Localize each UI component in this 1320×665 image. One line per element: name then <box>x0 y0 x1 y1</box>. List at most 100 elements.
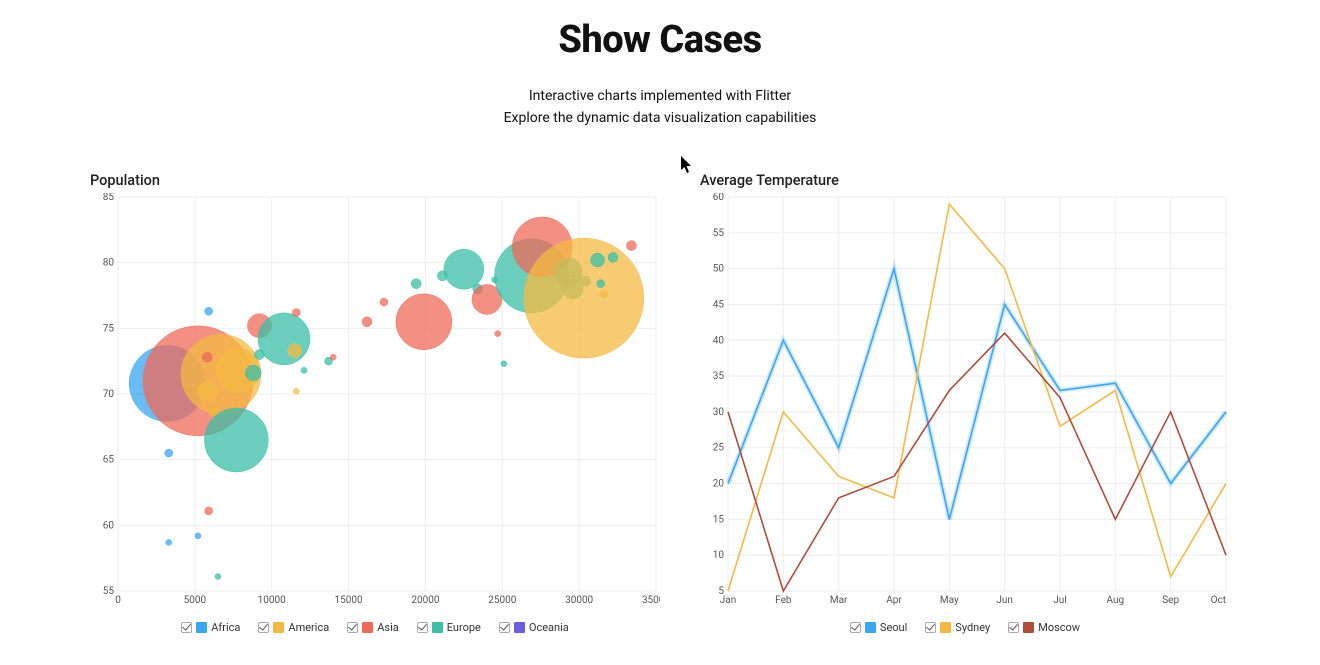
line-series-sydney[interactable] <box>728 204 1226 591</box>
legend-item-europe[interactable]: Europe <box>417 621 481 634</box>
legend-label: Africa <box>211 621 240 634</box>
bubble-point[interactable] <box>501 361 507 367</box>
bubble-point[interactable] <box>288 344 302 358</box>
svg-text:35000: 35000 <box>642 595 660 606</box>
checkbox-icon[interactable] <box>181 622 192 633</box>
line-legend: Seoul Sydney Moscow <box>700 621 1230 634</box>
legend-item-seoul[interactable]: Seoul <box>850 621 907 634</box>
line-series-seoul[interactable] <box>728 269 1226 520</box>
svg-text:40: 40 <box>713 335 725 346</box>
bubble-point[interactable] <box>608 252 618 262</box>
bubble-point[interactable] <box>245 365 261 381</box>
bubble-point[interactable] <box>292 309 300 317</box>
bubble-point[interactable] <box>293 388 299 394</box>
svg-text:35: 35 <box>713 371 725 382</box>
svg-text:30: 30 <box>713 407 725 418</box>
svg-text:5000: 5000 <box>184 595 207 606</box>
page-title: Show Cases <box>0 18 1320 62</box>
legend-swatch <box>940 622 951 633</box>
page-subtitle-1: Interactive charts implemented with Flit… <box>0 88 1320 104</box>
checkbox-icon[interactable] <box>347 622 358 633</box>
svg-text:15: 15 <box>713 514 725 525</box>
bubble-chart-title: Population <box>90 172 660 189</box>
checkbox-icon[interactable] <box>258 622 269 633</box>
line-chart-title: Average Temperature <box>700 172 1230 189</box>
legend-swatch <box>273 622 284 633</box>
svg-text:55: 55 <box>713 228 725 239</box>
svg-text:Jun: Jun <box>996 595 1013 606</box>
bubble-point[interactable] <box>197 381 217 401</box>
legend-swatch <box>432 622 443 633</box>
bubble-point[interactable] <box>205 507 213 515</box>
svg-text:10: 10 <box>713 550 725 561</box>
legend-label: Sydney <box>955 621 990 634</box>
checkbox-icon[interactable] <box>417 622 428 633</box>
bubble-point[interactable] <box>444 249 484 289</box>
svg-text:60: 60 <box>103 520 115 531</box>
bubble-point[interactable] <box>591 253 605 267</box>
legend-swatch <box>865 622 876 633</box>
bubble-point[interactable] <box>600 290 608 298</box>
bubble-point[interactable] <box>205 307 213 315</box>
bubble-point[interactable] <box>301 367 307 373</box>
bubble-point[interactable] <box>380 298 388 306</box>
svg-text:75: 75 <box>103 323 115 334</box>
bubble-point[interactable] <box>165 449 173 457</box>
checkbox-icon[interactable] <box>1008 622 1019 633</box>
svg-text:85: 85 <box>103 193 115 203</box>
charts-row: Population 05000100001500020000250003000… <box>0 126 1320 634</box>
svg-text:20: 20 <box>713 479 725 490</box>
legend-item-oceania[interactable]: Oceania <box>499 621 569 634</box>
legend-item-africa[interactable]: Africa <box>181 621 240 634</box>
svg-text:20000: 20000 <box>411 595 439 606</box>
bubble-point[interactable] <box>195 533 201 539</box>
bubble-point[interactable] <box>495 331 501 337</box>
checkbox-icon[interactable] <box>925 622 936 633</box>
page-subtitle-2: Explore the dynamic data visualization c… <box>0 110 1320 126</box>
bubble-point[interactable] <box>362 317 372 327</box>
bubble-point[interactable] <box>202 352 212 362</box>
checkbox-icon[interactable] <box>499 622 510 633</box>
bubble-legend: Africa America Asia Europe Oceania <box>90 621 660 634</box>
svg-text:45: 45 <box>713 299 725 310</box>
legend-item-america[interactable]: America <box>258 621 329 634</box>
svg-text:25000: 25000 <box>488 595 516 606</box>
bubble-point[interactable] <box>411 279 421 289</box>
svg-text:15000: 15000 <box>335 595 363 606</box>
legend-swatch <box>362 622 373 633</box>
bubble-point[interactable] <box>597 280 605 288</box>
svg-text:Feb: Feb <box>775 595 792 606</box>
legend-swatch <box>1023 622 1034 633</box>
bubble-plot[interactable]: 0500010000150002000025000300003500055606… <box>90 193 660 617</box>
bubble-point[interactable] <box>204 408 268 472</box>
line-svg[interactable]: JanFebMarAprMayJunJulAugSepOct5101520253… <box>700 193 1230 613</box>
svg-text:Jul: Jul <box>1053 595 1066 606</box>
bubble-point[interactable] <box>215 574 221 580</box>
bubble-svg[interactable]: 0500010000150002000025000300003500055606… <box>90 193 660 613</box>
legend-label: Europe <box>447 621 481 634</box>
legend-label: Asia <box>377 621 399 634</box>
svg-text:Sep: Sep <box>1162 595 1179 606</box>
checkbox-icon[interactable] <box>850 622 861 633</box>
bubble-point[interactable] <box>626 241 636 251</box>
bubble-point[interactable] <box>166 539 172 545</box>
bubble-point[interactable] <box>524 238 644 358</box>
page-root: Show Cases Interactive charts implemente… <box>0 0 1320 634</box>
bubble-point[interactable] <box>396 294 452 350</box>
legend-item-sydney[interactable]: Sydney <box>925 621 990 634</box>
legend-label: Oceania <box>529 621 569 634</box>
svg-text:30000: 30000 <box>565 595 593 606</box>
line-plot[interactable]: JanFebMarAprMayJunJulAugSepOct5101520253… <box>700 193 1230 617</box>
bubble-point[interactable] <box>258 313 310 365</box>
bubble-point[interactable] <box>330 354 336 360</box>
svg-text:50: 50 <box>713 264 725 275</box>
bubble-chart: Population 05000100001500020000250003000… <box>90 172 660 634</box>
legend-item-asia[interactable]: Asia <box>347 621 399 634</box>
line-chart: Average Temperature JanFebMarAprMayJunJu… <box>700 172 1230 634</box>
legend-item-moscow[interactable]: Moscow <box>1008 621 1080 634</box>
svg-text:Apr: Apr <box>886 595 902 606</box>
svg-text:May: May <box>940 595 959 606</box>
line-series-moscow[interactable] <box>728 333 1226 591</box>
svg-text:80: 80 <box>103 258 115 269</box>
svg-text:0: 0 <box>115 595 121 606</box>
